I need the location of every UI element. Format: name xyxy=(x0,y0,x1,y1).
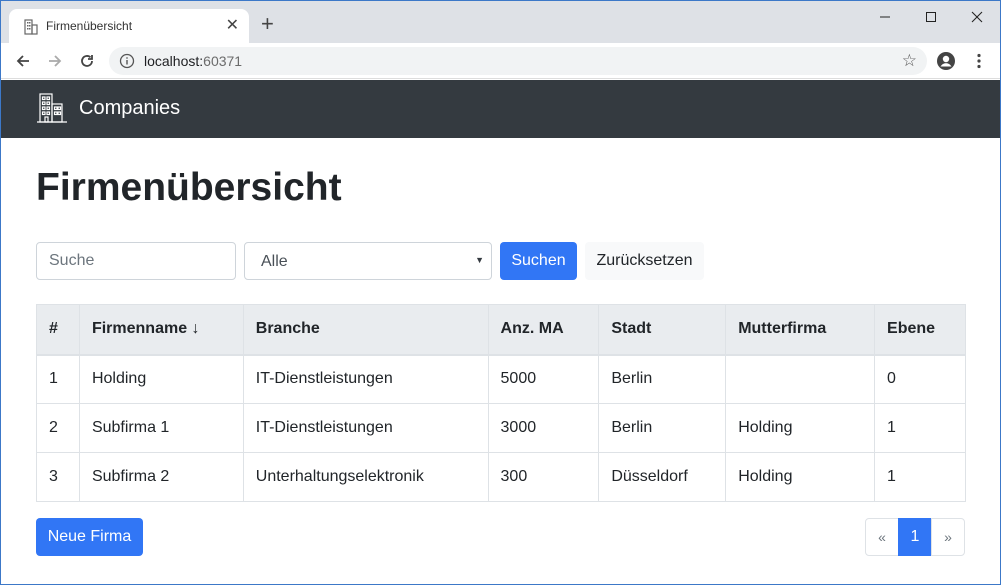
close-tab-icon[interactable]: ✕ xyxy=(226,17,239,35)
cell-employees: 300 xyxy=(487,452,600,502)
cell-name: Subfirma 2 xyxy=(78,452,244,502)
buildings-logo-icon[interactable] xyxy=(36,92,68,124)
column-header-city[interactable]: Stadt xyxy=(598,304,727,356)
companies-table: # Firmenname ↓ Branche Anz. MA Stadt Mut… xyxy=(36,304,966,502)
address-bar[interactable]: localhost:60371 ☆ xyxy=(109,47,927,75)
minimize-icon[interactable] xyxy=(862,5,908,29)
cell-index: 1 xyxy=(36,354,80,404)
column-header-employees[interactable]: Anz. MA xyxy=(487,304,600,356)
table-header-row: # Firmenname ↓ Branche Anz. MA Stadt Mut… xyxy=(36,304,966,356)
cell-city: Berlin xyxy=(598,403,727,453)
cell-city: Berlin xyxy=(598,354,727,404)
url-text: localhost:60371 xyxy=(144,53,242,69)
maximize-icon[interactable] xyxy=(908,5,954,29)
cell-employees: 3000 xyxy=(487,403,600,453)
cell-city: Düsseldorf xyxy=(598,452,727,502)
page-prev[interactable]: « xyxy=(865,518,899,556)
cell-name: Subfirma 1 xyxy=(78,403,244,453)
cell-industry: IT-Dienstleistungen xyxy=(242,403,489,453)
brand-link[interactable]: Companies xyxy=(79,97,180,120)
cell-index: 2 xyxy=(36,403,80,453)
cell-level: 1 xyxy=(874,403,966,453)
url-port: 60371 xyxy=(203,53,243,69)
new-tab-button[interactable]: + xyxy=(261,13,274,35)
column-header-level[interactable]: Ebene xyxy=(874,304,966,356)
cell-parent: Holding xyxy=(725,452,876,502)
tab-title: Firmenübersicht xyxy=(46,19,133,33)
browser-toolbar: localhost:60371 ☆ xyxy=(1,43,1000,79)
search-input[interactable] xyxy=(36,242,236,280)
info-icon[interactable] xyxy=(119,53,135,69)
column-header-index[interactable]: # xyxy=(36,304,80,356)
cell-parent: Holding xyxy=(725,403,876,453)
cell-employees: 5000 xyxy=(487,354,600,404)
url-host: localhost: xyxy=(144,53,204,69)
search-button[interactable]: Suchen xyxy=(500,242,577,280)
browser-tab[interactable]: Firmenübersicht ✕ xyxy=(9,9,249,45)
page-next[interactable]: » xyxy=(931,518,965,556)
forward-arrow-icon[interactable] xyxy=(45,51,65,71)
chevron-down-icon: ▼ xyxy=(475,255,484,265)
page-current[interactable]: 1 xyxy=(898,518,932,556)
window-close-icon[interactable] xyxy=(954,5,1000,29)
select-value: Alle xyxy=(261,253,288,270)
new-company-button[interactable]: Neue Firma xyxy=(36,518,143,556)
menu-icon[interactable] xyxy=(971,51,987,71)
cell-level: 1 xyxy=(874,452,966,502)
reset-button[interactable]: Zurücksetzen xyxy=(585,242,704,280)
cell-name: Holding xyxy=(78,354,244,404)
star-icon[interactable]: ☆ xyxy=(902,52,917,70)
cell-parent xyxy=(725,354,876,404)
table-row[interactable]: 1 Holding IT-Dienstleistungen 5000 Berli… xyxy=(36,354,966,404)
cell-index: 3 xyxy=(36,452,80,502)
column-header-name[interactable]: Firmenname ↓ xyxy=(78,304,244,356)
table-row[interactable]: 2 Subfirma 1 IT-Dienstleistungen 3000 Be… xyxy=(36,403,966,453)
column-header-parent[interactable]: Mutterfirma xyxy=(725,304,876,356)
cell-level: 0 xyxy=(874,354,966,404)
industry-select[interactable]: Alle ▼ xyxy=(244,242,492,280)
building-icon xyxy=(23,19,39,35)
pagination: « 1 » xyxy=(865,518,965,556)
back-arrow-icon[interactable] xyxy=(13,51,33,71)
column-header-industry[interactable]: Branche xyxy=(242,304,489,356)
page-title: Firmenübersicht xyxy=(36,166,342,209)
app-navbar: Companies xyxy=(1,80,1000,138)
account-icon[interactable] xyxy=(936,51,956,71)
title-bar: Firmenübersicht ✕ + xyxy=(1,1,1000,45)
table-row[interactable]: 3 Subfirma 2 Unterhaltungselektronik 300… xyxy=(36,452,966,502)
cell-industry: IT-Dienstleistungen xyxy=(242,354,489,404)
cell-industry: Unterhaltungselektronik xyxy=(242,452,489,502)
reload-icon[interactable] xyxy=(77,51,97,71)
